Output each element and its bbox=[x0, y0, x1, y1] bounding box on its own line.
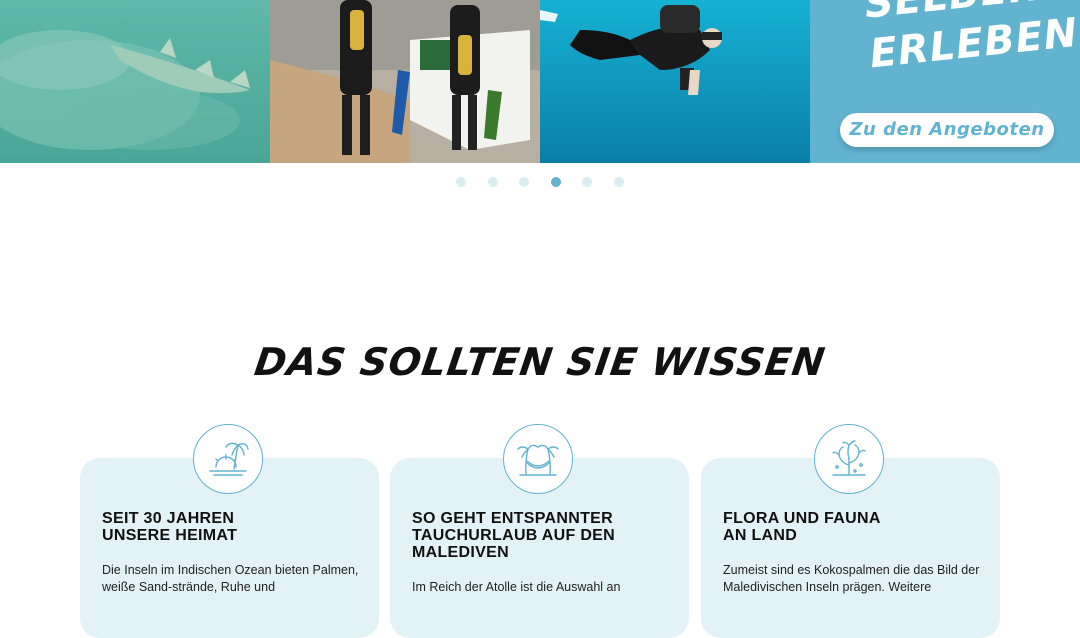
card-title: So geht entspannter Tauchurlaub auf den … bbox=[412, 510, 616, 561]
carousel-dot[interactable] bbox=[487, 177, 498, 187]
info-card: So geht entspannter Tauchurlaub auf den … bbox=[390, 424, 689, 638]
section-title: Das sollten Sie wissen bbox=[251, 340, 829, 384]
island-sunset-icon bbox=[193, 424, 263, 494]
promo-title: Selber Erleben bbox=[862, 0, 1080, 79]
carousel-pagination bbox=[456, 177, 645, 187]
shark-on-sand-photo bbox=[0, 0, 270, 163]
carousel-dot[interactable] bbox=[519, 177, 529, 187]
card-text: Zumeist sind es Kokospalmen die das Bild… bbox=[723, 563, 980, 594]
carousel-dot[interactable] bbox=[550, 177, 561, 187]
hero-gallery: Selber Erleben Zu den Angeboten bbox=[0, 0, 1080, 163]
carousel-dot[interactable] bbox=[613, 177, 624, 187]
card-text: Im Reich der Atolle ist die Auswahl an bbox=[412, 580, 621, 594]
carousel-dot[interactable] bbox=[582, 177, 592, 187]
promo-tile: Selber Erleben Zu den Angeboten bbox=[810, 0, 1080, 163]
info-card: Seit 30 Jahren unsere Heimat Die Inseln … bbox=[80, 424, 379, 638]
underwater-diver-photo bbox=[540, 0, 810, 163]
info-card: Flora und Fauna an Land Zumeist sind es … bbox=[701, 424, 1000, 638]
offers-button[interactable]: Zu den Angeboten bbox=[840, 113, 1054, 147]
palm-hammock-icon bbox=[503, 424, 573, 494]
coral-icon bbox=[814, 424, 884, 494]
carousel-dot[interactable] bbox=[456, 177, 466, 187]
card-text: Die Inseln im Indischen Ozean bieten Pal… bbox=[102, 563, 359, 594]
divers-on-beach-photo bbox=[270, 0, 540, 163]
card-title: Seit 30 Jahren unsere Heimat bbox=[102, 510, 238, 544]
card-title: Flora und Fauna an Land bbox=[723, 510, 881, 544]
